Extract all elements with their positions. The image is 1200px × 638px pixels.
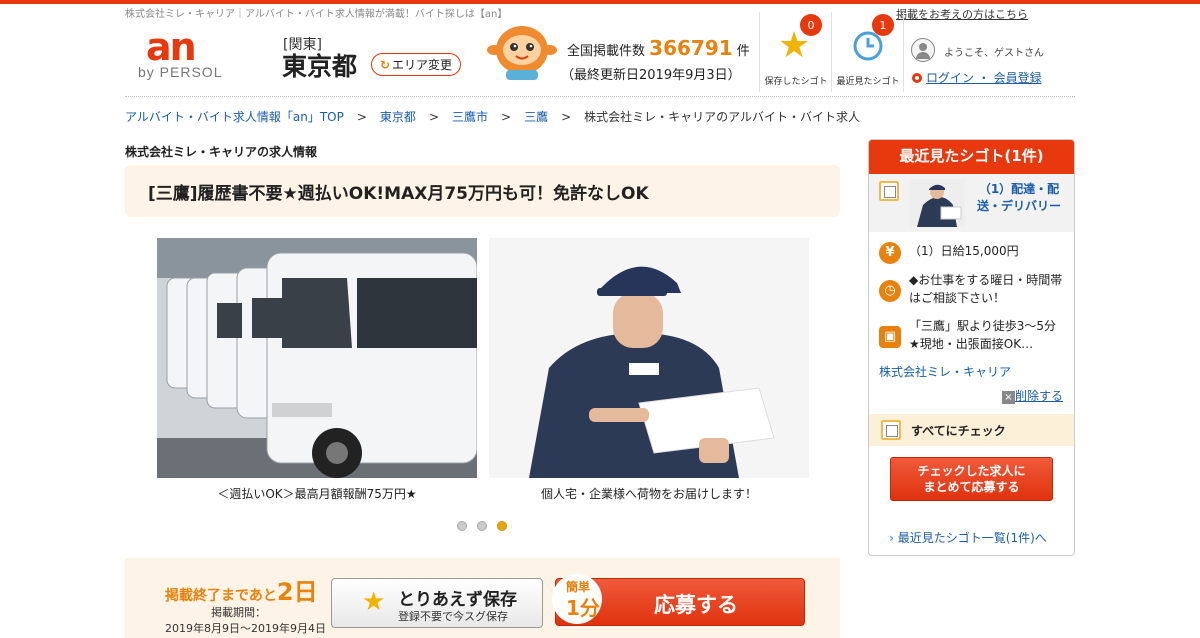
area-change-button[interactable]: ↻ エリア変更 [371,53,461,76]
delete-link[interactable]: × 削除する [1002,387,1063,404]
photo-vans[interactable] [157,238,477,478]
posting-period: 2019年8月9日～2019年9月4日 [165,622,326,635]
listing-count-unit: 件 [736,44,750,59]
recent-list-label: 最近見たシゴト一覧(1件)へ [897,531,1047,545]
saved-jobs-button[interactable]: ★ 0 保存したシゴト [759,12,831,92]
breadcrumb-mitaka-city[interactable]: 三鷹市 [452,110,488,124]
job-title-box: [三鷹]履歴書不要★週払いOK!MAX月75万円も可！免許なしOK [125,165,840,217]
clock-icon: ◷ [879,280,901,302]
save-button[interactable]: ★ とりあえず保存 登録不要で今スグ保存 [331,578,543,628]
save-button-title: とりあえず保存 [398,590,517,610]
recent-job-checkbox[interactable] [879,181,899,201]
recent-job-thumbnail[interactable] [909,179,965,227]
login-dot-icon [912,73,922,83]
carousel-dot-active[interactable] [497,521,507,531]
access-text: 「三鷹」駅より徒歩3～5分 ★現地・出張面接OK… [909,319,1069,351]
check-all-label: すべてにチェック [911,424,1006,438]
an-logo[interactable]: an by PERSOL [138,25,256,86]
delete-label: 削除する [1015,389,1064,403]
hours-text: ◆お仕事をする曜日・時間帯はご相談下さい！ [909,273,1063,305]
photo-delivery-man[interactable] [489,238,809,478]
apply-button-label: 応募する [654,593,738,617]
saved-count-badge: 0 [800,14,822,36]
close-icon: × [1002,391,1015,404]
photo-caption: 個人宅・企業様へ荷物をお届けします！ [540,487,757,501]
listing-count-label: 全国掲載件数 [567,44,646,59]
refresh-icon: ↻ [379,57,391,72]
recent-list-link[interactable]: › 最近見たシゴト一覧(1件)へ [889,529,1047,546]
carousel-dot[interactable] [477,521,487,531]
listing-count: 全国掲載件数 366791 件 [567,36,750,60]
bulk-apply-button[interactable]: チェックした求人に まとめて応募する [890,457,1053,501]
last-updated: （最終更新日2019年9月3日） [561,68,741,83]
easy-one-minute-badge: 簡単 1分 [552,574,614,624]
salary-text: （1）日給15,000円 [909,244,1019,258]
save-button-subtitle: 登録不要で今スグ保存 [398,610,508,623]
job-title: [三鷹]履歴書不要★週払いOK!MAX月75万円も可！免許なしOK [148,184,649,204]
bulk-apply-line2: まとめて応募する [923,480,1020,494]
saved-jobs-label: 保存したシゴト [764,77,828,87]
site-tagline: 株式会社ミレ・キャリア｜アルバイト・バイト求人情報が満載！バイト探しは【an】 [125,9,508,20]
breadcrumb-separator: > [501,110,512,124]
carousel-dot[interactable] [457,521,467,531]
company-heading: 株式会社ミレ・キャリアの求人情報 [125,145,318,159]
one-minute-label: 1分 [566,596,600,620]
recently-viewed-header: 最近見たシゴト(1件) [869,140,1074,174]
carousel-dots [457,521,507,531]
period-label: 掲載期間： [211,606,266,619]
breadcrumb-separator: > [561,110,572,124]
area-change-label: エリア変更 [392,58,453,72]
train-icon: ▣ [879,326,901,348]
viewed-jobs-label: 最近見たシゴト [836,77,900,87]
yen-icon: ¥ [879,242,901,264]
login-register-link[interactable]: ログイン ・ 会員登録 [912,69,1042,86]
bulk-apply-line1: チェックした求人に [917,464,1026,478]
viewed-count-badge: 1 [872,14,894,36]
breadcrumb-mitaka[interactable]: 三鷹 [524,110,548,124]
breadcrumb-separator: > [428,110,439,124]
breadcrumb-current: 株式会社ミレ・キャリアのアルバイト・バイト求人 [584,110,861,124]
welcome-text: ようこそ、ゲストさん [944,48,1044,59]
chevron-right-icon: › [889,531,894,545]
top-accent-bar [0,0,1200,4]
deadline: 掲載終了まであと2日 [165,572,318,607]
check-all-row[interactable]: すべてにチェック [869,414,1074,446]
logo-main-text: an [146,25,197,69]
deadline-days: 2日 [276,578,318,606]
check-all-checkbox[interactable] [881,420,901,440]
listing-count-value: 366791 [649,36,733,60]
recent-job-item[interactable]: （1）配達・配送・デリバリー [869,174,1074,232]
recent-job-title[interactable]: （1）配達・配送・デリバリー [969,181,1069,215]
breadcrumb-top[interactable]: アルバイト・バイト求人情報「an」TOP [125,110,344,124]
logo-sub-text: by PERSOL [138,64,223,80]
breadcrumb-tokyo[interactable]: 東京都 [380,110,416,124]
apply-panel: 掲載終了まであと2日 掲載期間： 2019年8月9日～2019年9月4日 ★ と… [125,558,840,638]
prefecture-label: 東京都 [282,52,358,81]
mascot-illustration [487,26,557,80]
deadline-prefix: 掲載終了まであと [165,588,277,604]
avatar [911,38,935,62]
login-label: ログイン ・ 会員登録 [926,71,1042,85]
breadcrumb: アルバイト・バイト求人情報「an」TOP > 東京都 > 三鷹市 > 三鷹 > 株式会社ミレ・キ… [125,108,860,125]
photo-caption: ＜週払いOK＞最高月額報酬75万円★ [217,487,417,501]
user-area: ようこそ、ゲストさん ログイン ・ 会員登録 [903,12,1073,92]
viewed-jobs-button[interactable]: 1 最近見たシゴト [831,12,903,92]
recently-viewed-panel: 最近見たシゴト(1件) （1）配達・配送・デリバリー ¥ （1）日給15,000… [868,139,1075,556]
header-divider [125,96,1075,97]
recent-company-link[interactable]: 株式会社ミレ・キャリア [879,363,1011,380]
breadcrumb-separator: > [356,110,367,124]
star-icon: ★ [362,587,386,617]
